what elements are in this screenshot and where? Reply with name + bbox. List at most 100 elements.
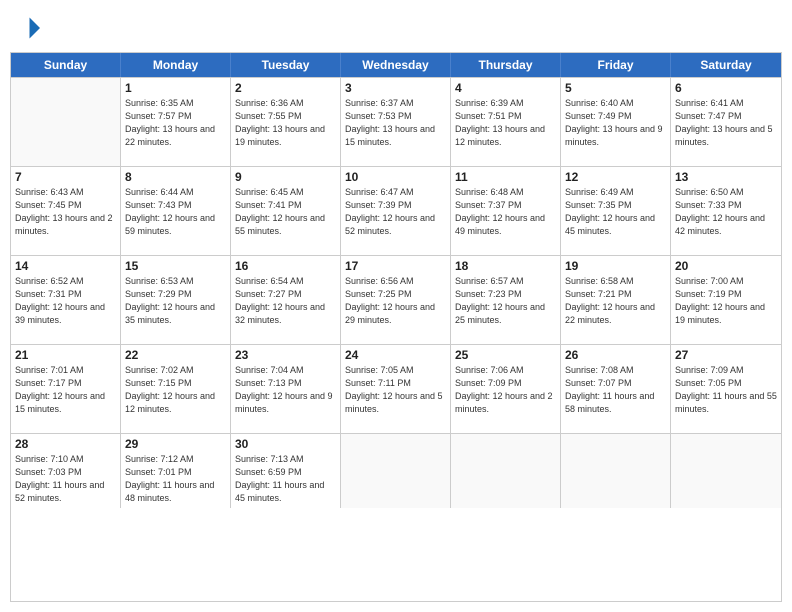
day-info: Sunrise: 7:12 AMSunset: 7:01 PMDaylight:… (125, 453, 226, 505)
calendar-row: 1Sunrise: 6:35 AMSunset: 7:57 PMDaylight… (11, 77, 781, 166)
page: SundayMondayTuesdayWednesdayThursdayFrid… (0, 0, 792, 612)
day-number: 25 (455, 348, 556, 362)
day-info: Sunrise: 6:44 AMSunset: 7:43 PMDaylight:… (125, 186, 226, 238)
day-info: Sunrise: 7:00 AMSunset: 7:19 PMDaylight:… (675, 275, 777, 327)
day-number: 5 (565, 81, 666, 95)
day-info: Sunrise: 7:01 AMSunset: 7:17 PMDaylight:… (15, 364, 116, 416)
day-info: Sunrise: 6:37 AMSunset: 7:53 PMDaylight:… (345, 97, 446, 149)
calendar-cell: 20Sunrise: 7:00 AMSunset: 7:19 PMDayligh… (671, 256, 781, 344)
calendar: SundayMondayTuesdayWednesdayThursdayFrid… (10, 52, 782, 602)
calendar-cell: 25 Sunrise: 7:06 AMSunset: 7:09 PMDayligh… (451, 345, 561, 433)
calendar-cell: 8 Sunrise: 6:44 AMSunset: 7:43 PMDaylight… (121, 167, 231, 255)
calendar-cell: 11 Sunrise: 6:48 AMSunset: 7:37 PMDayligh… (451, 167, 561, 255)
day-number: 3 (345, 81, 446, 95)
calendar-row: 21 Sunrise: 7:01 AMSunset: 7:17 PMDayligh… (11, 344, 781, 433)
calendar-cell: 30 Sunrise: 7:13 AMSunset: 6:59 PMDayligh… (231, 434, 341, 508)
day-number: 16 (235, 259, 336, 273)
day-number: 10 (345, 170, 446, 184)
day-number: 13 (675, 170, 777, 184)
day-info: Sunrise: 6:54 AMSunset: 7:27 PMDaylight:… (235, 275, 336, 327)
calendar-row: 14Sunrise: 6:52 AMSunset: 7:31 PMDayligh… (11, 255, 781, 344)
weekday-header: Tuesday (231, 53, 341, 77)
day-number: 8 (125, 170, 226, 184)
day-number: 29 (125, 437, 226, 451)
day-info: Sunrise: 6:58 AMSunset: 7:21 PMDaylight:… (565, 275, 666, 327)
day-info: Sunrise: 6:53 AMSunset: 7:29 PMDaylight:… (125, 275, 226, 327)
day-number: 18 (455, 259, 556, 273)
day-number: 11 (455, 170, 556, 184)
day-info: Sunrise: 6:41 AMSunset: 7:47 PMDaylight:… (675, 97, 777, 149)
day-info: Sunrise: 6:36 AMSunset: 7:55 PMDaylight:… (235, 97, 336, 149)
calendar-cell: 24 Sunrise: 7:05 AMSunset: 7:11 PMDayligh… (341, 345, 451, 433)
calendar-cell: 6 Sunrise: 6:41 AMSunset: 7:47 PMDaylight… (671, 78, 781, 166)
logo-icon (12, 14, 40, 42)
calendar-cell: 17 Sunrise: 6:56 AMSunset: 7:25 PMDayligh… (341, 256, 451, 344)
weekday-header: Friday (561, 53, 671, 77)
day-number: 22 (125, 348, 226, 362)
calendar-cell: 21 Sunrise: 7:01 AMSunset: 7:17 PMDayligh… (11, 345, 121, 433)
header (10, 10, 782, 46)
day-info: Sunrise: 6:56 AMSunset: 7:25 PMDaylight:… (345, 275, 446, 327)
day-number: 14 (15, 259, 116, 273)
weekday-header: Sunday (11, 53, 121, 77)
calendar-row: 28Sunrise: 7:10 AMSunset: 7:03 PMDayligh… (11, 433, 781, 508)
day-info: Sunrise: 6:35 AMSunset: 7:57 PMDaylight:… (125, 97, 226, 149)
day-number: 15 (125, 259, 226, 273)
calendar-cell: 4 Sunrise: 6:39 AMSunset: 7:51 PMDaylight… (451, 78, 561, 166)
day-number: 19 (565, 259, 666, 273)
calendar-cell: 10Sunrise: 6:47 AMSunset: 7:39 PMDayligh… (341, 167, 451, 255)
day-info: Sunrise: 6:40 AMSunset: 7:49 PMDaylight:… (565, 97, 666, 149)
day-number: 26 (565, 348, 666, 362)
day-number: 24 (345, 348, 446, 362)
calendar-cell: 28Sunrise: 7:10 AMSunset: 7:03 PMDayligh… (11, 434, 121, 508)
calendar-cell: 2 Sunrise: 6:36 AMSunset: 7:55 PMDaylight… (231, 78, 341, 166)
day-info: Sunrise: 6:43 AMSunset: 7:45 PMDaylight:… (15, 186, 116, 238)
day-number: 21 (15, 348, 116, 362)
calendar-cell: 15 Sunrise: 6:53 AMSunset: 7:29 PMDayligh… (121, 256, 231, 344)
calendar-cell: 7Sunrise: 6:43 AMSunset: 7:45 PMDaylight… (11, 167, 121, 255)
day-number: 4 (455, 81, 556, 95)
calendar-cell: 1Sunrise: 6:35 AMSunset: 7:57 PMDaylight… (121, 78, 231, 166)
day-info: Sunrise: 7:06 AMSunset: 7:09 PMDaylight:… (455, 364, 556, 416)
calendar-cell: 12 Sunrise: 6:49 AMSunset: 7:35 PMDayligh… (561, 167, 671, 255)
day-info: Sunrise: 6:48 AMSunset: 7:37 PMDaylight:… (455, 186, 556, 238)
day-info: Sunrise: 6:39 AMSunset: 7:51 PMDaylight:… (455, 97, 556, 149)
calendar-cell: 13 Sunrise: 6:50 AMSunset: 7:33 PMDayligh… (671, 167, 781, 255)
day-number: 30 (235, 437, 336, 451)
calendar-cell: 14Sunrise: 6:52 AMSunset: 7:31 PMDayligh… (11, 256, 121, 344)
weekday-header: Wednesday (341, 53, 451, 77)
calendar-cell: 23 Sunrise: 7:04 AMSunset: 7:13 PMDayligh… (231, 345, 341, 433)
calendar-cell (11, 78, 121, 166)
day-info: Sunrise: 7:02 AMSunset: 7:15 PMDaylight:… (125, 364, 226, 416)
day-number: 6 (675, 81, 777, 95)
day-number: 17 (345, 259, 446, 273)
day-info: Sunrise: 6:57 AMSunset: 7:23 PMDaylight:… (455, 275, 556, 327)
calendar-cell: 18 Sunrise: 6:57 AMSunset: 7:23 PMDayligh… (451, 256, 561, 344)
day-info: Sunrise: 7:10 AMSunset: 7:03 PMDaylight:… (15, 453, 116, 505)
day-number: 12 (565, 170, 666, 184)
day-info: Sunrise: 6:49 AMSunset: 7:35 PMDaylight:… (565, 186, 666, 238)
day-number: 9 (235, 170, 336, 184)
calendar-cell: 3 Sunrise: 6:37 AMSunset: 7:53 PMDaylight… (341, 78, 451, 166)
day-number: 23 (235, 348, 336, 362)
calendar-cell: 16 Sunrise: 6:54 AMSunset: 7:27 PMDayligh… (231, 256, 341, 344)
day-number: 2 (235, 81, 336, 95)
day-info: Sunrise: 7:09 AMSunset: 7:05 PMDaylight:… (675, 364, 777, 416)
calendar-cell: 29 Sunrise: 7:12 AMSunset: 7:01 PMDayligh… (121, 434, 231, 508)
weekday-header: Saturday (671, 53, 781, 77)
day-info: Sunrise: 6:50 AMSunset: 7:33 PMDaylight:… (675, 186, 777, 238)
weekday-header: Monday (121, 53, 231, 77)
calendar-cell (561, 434, 671, 508)
calendar-cell (671, 434, 781, 508)
calendar-cell (451, 434, 561, 508)
calendar-header: SundayMondayTuesdayWednesdayThursdayFrid… (11, 53, 781, 77)
day-info: Sunrise: 7:04 AMSunset: 7:13 PMDaylight:… (235, 364, 336, 416)
calendar-cell: 27Sunrise: 7:09 AMSunset: 7:05 PMDayligh… (671, 345, 781, 433)
calendar-body: 1Sunrise: 6:35 AMSunset: 7:57 PMDaylight… (11, 77, 781, 508)
logo (12, 14, 44, 42)
day-info: Sunrise: 7:13 AMSunset: 6:59 PMDaylight:… (235, 453, 336, 505)
calendar-cell (341, 434, 451, 508)
day-info: Sunrise: 7:05 AMSunset: 7:11 PMDaylight:… (345, 364, 446, 416)
calendar-cell: 9Sunrise: 6:45 AMSunset: 7:41 PMDaylight… (231, 167, 341, 255)
calendar-row: 7Sunrise: 6:43 AMSunset: 7:45 PMDaylight… (11, 166, 781, 255)
